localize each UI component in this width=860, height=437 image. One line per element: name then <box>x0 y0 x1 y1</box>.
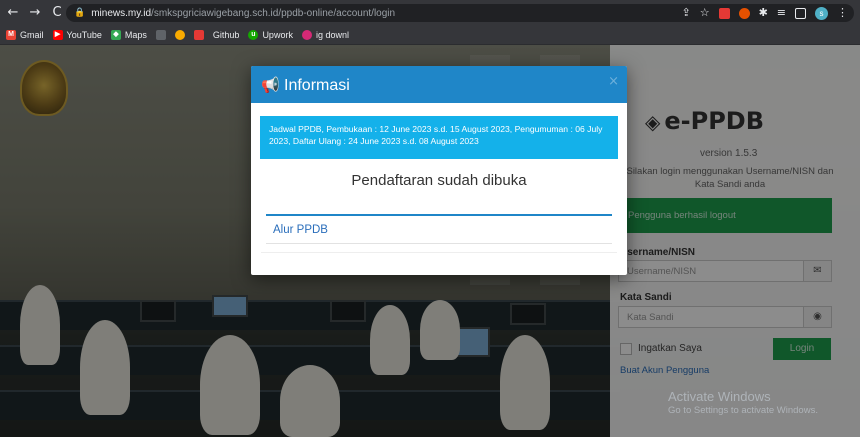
maps-icon: ◆ <box>110 30 121 40</box>
bookmark-label: Maps <box>124 30 147 40</box>
bookmark-ig-downl[interactable]: ig downl <box>301 30 349 40</box>
info-modal: 📢 Informasi × Jadwal PPDB, Pembukaan : 1… <box>251 66 627 275</box>
modal-title: Informasi <box>284 77 350 94</box>
share-icon[interactable]: ⇪ <box>681 4 690 22</box>
bookmark-favicon <box>155 30 166 40</box>
url-host: minews.my.id <box>91 7 152 19</box>
schedule-info-alert: Jadwal PPDB, Pembukaan : 12 June 2023 s.… <box>260 116 618 159</box>
modal-header: 📢 Informasi × <box>251 66 627 103</box>
menu-kebab-icon[interactable]: ⋮ <box>837 4 848 22</box>
watermark-title: Activate Windows <box>668 389 771 404</box>
profile-avatar[interactable]: s <box>815 6 828 20</box>
forward-icon[interactable]: → <box>26 4 44 22</box>
bookmark-label: YouTube <box>66 30 102 40</box>
page-viewport: ◈ e-PPDB version 1.5.3 Silakan login meng… <box>0 45 860 437</box>
bookmark-favicon <box>193 30 204 40</box>
bookmark-label: Gmail <box>20 30 44 40</box>
extension-icon[interactable] <box>738 7 750 19</box>
modal-subtitle: Pendaftaran sudah dibuka <box>351 172 527 189</box>
side-panel-icon[interactable] <box>795 7 806 19</box>
gmail-icon: M <box>6 30 16 40</box>
address-bar[interactable]: 🔒 minews.my.id/smkspgriciawigebang.sch.i… <box>66 4 854 22</box>
back-icon[interactable]: ← <box>4 4 22 22</box>
bookmark-label: ig downl <box>315 30 349 40</box>
bookmark-youtube[interactable]: ▶ YouTube <box>52 30 102 40</box>
youtube-icon: ▶ <box>52 30 63 40</box>
bookmark-gmail[interactable]: M Gmail <box>6 30 44 40</box>
reload-icon[interactable]: C <box>48 4 66 22</box>
bookmarks-bar: M Gmail ▶ YouTube ◆ Maps Github u Upwork ig … <box>0 26 860 45</box>
reading-list-icon[interactable]: ≡ <box>777 4 786 22</box>
alur-ppdb-link[interactable]: Alur PPDB <box>273 224 328 236</box>
watermark-subtitle: Go to Settings to activate Windows. <box>668 405 818 416</box>
close-icon[interactable]: × <box>608 74 619 89</box>
extension-icon[interactable] <box>718 7 730 19</box>
lock-icon[interactable]: 🔒 <box>74 8 85 18</box>
bookmark-star-icon[interactable]: ☆ <box>700 4 710 22</box>
modal-footer-divider <box>261 252 617 253</box>
bookmark-label: Upwork <box>262 30 293 40</box>
upwork-icon: u <box>248 30 259 40</box>
url-path: /smkspgriciawigebang.sch.id/ppdb-online/… <box>151 7 396 19</box>
bookmark-maps[interactable]: ◆ Maps <box>110 30 147 40</box>
bookmark-upwork[interactable]: u Upwork <box>248 30 293 40</box>
bookmark-github[interactable]: Github <box>213 30 240 40</box>
activate-windows-watermark: Activate Windows Go to Settings to activ… <box>668 389 818 416</box>
bookmark-icon-only[interactable] <box>155 30 166 40</box>
bookmark-favicon <box>174 30 185 40</box>
bookmark-label: Github <box>212 30 240 40</box>
megaphone-icon: 📢 <box>261 76 280 94</box>
alur-panel: Alur PPDB <box>266 214 612 244</box>
instagram-icon <box>301 30 312 40</box>
browser-toolbar: ← → C 🔒 minews.my.id/smkspgriciawigebang… <box>0 0 860 26</box>
url-text[interactable]: minews.my.id/smkspgriciawigebang.sch.id/… <box>91 8 395 19</box>
bookmark-icon-only[interactable] <box>193 30 204 40</box>
bookmark-icon-only[interactable] <box>174 30 185 40</box>
extensions-puzzle-icon[interactable]: ✱ <box>759 4 768 22</box>
